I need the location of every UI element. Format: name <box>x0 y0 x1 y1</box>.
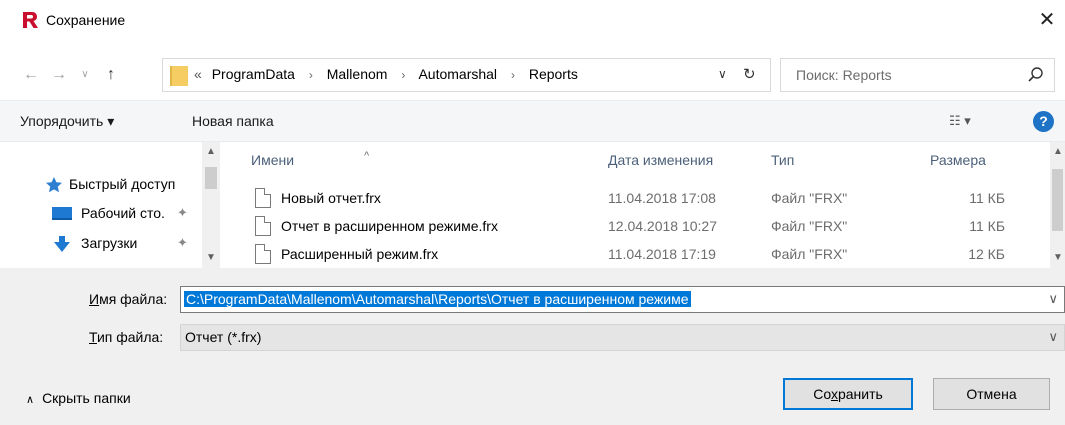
file-icon <box>255 216 271 236</box>
table-row[interactable]: Новый отчет.frx 11.04.2018 17:08 Файл "F… <box>228 186 1047 212</box>
desktop-icon <box>52 207 72 220</box>
new-folder-button[interactable]: Новая папка <box>192 113 274 129</box>
table-row[interactable]: Расширенный режим.frx 11.04.2018 17:19 Ф… <box>228 242 1047 268</box>
hide-folders-toggle[interactable]: ∧ Скрыть папки <box>26 390 131 406</box>
file-size: 12 КБ <box>968 246 1005 262</box>
search-icon[interactable] <box>1027 66 1045 84</box>
breadcrumb-item[interactable]: ProgramData <box>212 66 295 82</box>
filelist-scrollbar[interactable]: ▲ ▼ <box>1050 142 1065 268</box>
file-icon <box>255 188 271 208</box>
breadcrumb-item[interactable]: Reports <box>529 66 578 82</box>
breadcrumb-item[interactable]: Mallenom <box>327 66 388 82</box>
breadcrumb-separator-icon[interactable]: › <box>501 68 525 82</box>
file-type: Файл "FRX" <box>771 218 848 234</box>
file-name: Расширенный режим.frx <box>281 246 439 262</box>
fastreport-icon <box>23 12 38 28</box>
file-name: Отчет в расширенном режиме.frx <box>281 218 498 234</box>
chevron-up-icon: ∧ <box>26 394 35 406</box>
column-header-size[interactable]: Размера <box>930 152 986 168</box>
file-size: 11 КБ <box>969 190 1005 206</box>
breadcrumb-separator-icon[interactable]: › <box>391 68 415 82</box>
filetype-label-text: ип файла: <box>96 329 164 345</box>
address-bar[interactable]: « ProgramData › Mallenom › Automarshal ›… <box>162 58 771 92</box>
search-input[interactable]: Поиск: Reports <box>780 58 1055 92</box>
search-placeholder: Поиск: Reports <box>796 67 892 83</box>
pin-icon: ✦ <box>177 235 188 250</box>
up-arrow-icon[interactable]: ↑ <box>100 64 122 86</box>
table-row[interactable]: Отчет в расширенном режиме.frx 12.04.201… <box>228 214 1047 240</box>
save-label-mnemonic: х <box>830 386 838 402</box>
filetype-label: Тип файла: <box>89 329 163 345</box>
breadcrumb-item[interactable]: Automarshal <box>418 66 497 82</box>
column-header-type[interactable]: Тип <box>771 152 794 168</box>
scrollbar-thumb[interactable] <box>1052 169 1063 231</box>
sidebar-item-label: Быстрый доступ <box>69 176 176 192</box>
file-type: Файл "FRX" <box>771 190 848 206</box>
file-type: Файл "FRX" <box>771 246 848 262</box>
file-name: Новый отчет.frx <box>281 190 381 206</box>
window-title: Сохранение <box>46 12 126 28</box>
scroll-down-icon[interactable]: ▼ <box>204 252 218 263</box>
breadcrumb-separator-icon[interactable]: › <box>299 68 323 82</box>
file-list: Имени ^ Дата изменения Тип Размера Новый… <box>228 142 1047 268</box>
save-label-part: Со <box>813 386 831 402</box>
view-options-button[interactable]: ☷ ▾ <box>949 113 971 129</box>
folder-icon <box>170 66 188 86</box>
pin-icon: ✦ <box>177 205 188 220</box>
address-history-chevron-icon[interactable]: ∨ <box>718 67 727 81</box>
column-header-name[interactable]: Имени ^ <box>251 150 369 168</box>
file-date: 11.04.2018 17:08 <box>608 190 716 206</box>
close-button[interactable]: ✕ <box>1033 6 1061 34</box>
refresh-icon[interactable]: ↻ <box>743 65 756 83</box>
file-date: 11.04.2018 17:19 <box>608 246 716 262</box>
breadcrumb-overflow[interactable]: « <box>194 66 208 82</box>
filename-label-text: мя файла: <box>99 291 168 307</box>
download-icon <box>54 236 70 252</box>
forward-arrow-icon[interactable]: → <box>48 64 70 86</box>
navigation-pane: Быстрый доступ Рабочий сто. ✦ Загрузки ✦ <box>0 142 220 268</box>
filename-value[interactable]: C:\ProgramData\Mallenom\Automarshal\Repo… <box>184 291 691 307</box>
column-header-date[interactable]: Дата изменения <box>608 152 713 168</box>
filetype-value: Отчет (*.frx) <box>185 329 262 345</box>
sidebar-scrollbar[interactable]: ▲ ▼ <box>202 142 220 268</box>
filename-label-mnemonic: И <box>89 291 100 307</box>
breadcrumb: « ProgramData › Mallenom › Automarshal ›… <box>194 66 578 82</box>
organize-menu-button[interactable]: Упорядочить ▾ <box>20 113 114 130</box>
scroll-down-icon[interactable]: ▼ <box>1051 252 1065 263</box>
scroll-up-icon[interactable]: ▲ <box>1051 146 1065 157</box>
file-icon <box>255 244 271 264</box>
chevron-down-icon[interactable]: ∨ <box>1048 329 1058 345</box>
filetype-label-mnemonic: Т <box>89 329 97 345</box>
command-bar: Упорядочить ▾ Новая папка ☷ ▾ ? <box>0 100 1065 142</box>
cancel-button[interactable]: Отмена <box>933 378 1050 410</box>
save-options-panel: Имя файла: C:\ProgramData\Mallenom\Autom… <box>0 268 1065 425</box>
hide-folders-label: Скрыть папки <box>42 390 131 406</box>
filename-label: Имя файла: <box>89 291 167 307</box>
scroll-up-icon[interactable]: ▲ <box>204 146 218 157</box>
save-button[interactable]: Сохранить <box>783 378 913 410</box>
star-icon <box>46 177 62 193</box>
file-date: 12.04.2018 10:27 <box>608 218 717 234</box>
chevron-down-icon[interactable]: ∨ <box>1048 291 1058 307</box>
sidebar-item-label: Рабочий сто. <box>81 205 165 221</box>
recent-locations-chevron-icon[interactable]: ∨ <box>74 64 96 86</box>
filename-field[interactable]: C:\ProgramData\Mallenom\Automarshal\Repo… <box>180 286 1065 313</box>
title-bar: Сохранение ✕ <box>0 0 1065 48</box>
back-arrow-icon[interactable]: ← <box>20 64 42 86</box>
file-size: 11 КБ <box>969 218 1005 234</box>
filetype-select[interactable]: Отчет (*.frx) ∨ <box>180 324 1065 351</box>
help-icon[interactable]: ? <box>1033 111 1054 132</box>
save-label-part: ранить <box>837 386 883 402</box>
scrollbar-thumb[interactable] <box>205 167 217 189</box>
sort-ascending-icon: ^ <box>364 150 370 162</box>
column-header-label: Имени <box>251 152 295 168</box>
sidebar-item-label: Загрузки <box>81 235 138 251</box>
